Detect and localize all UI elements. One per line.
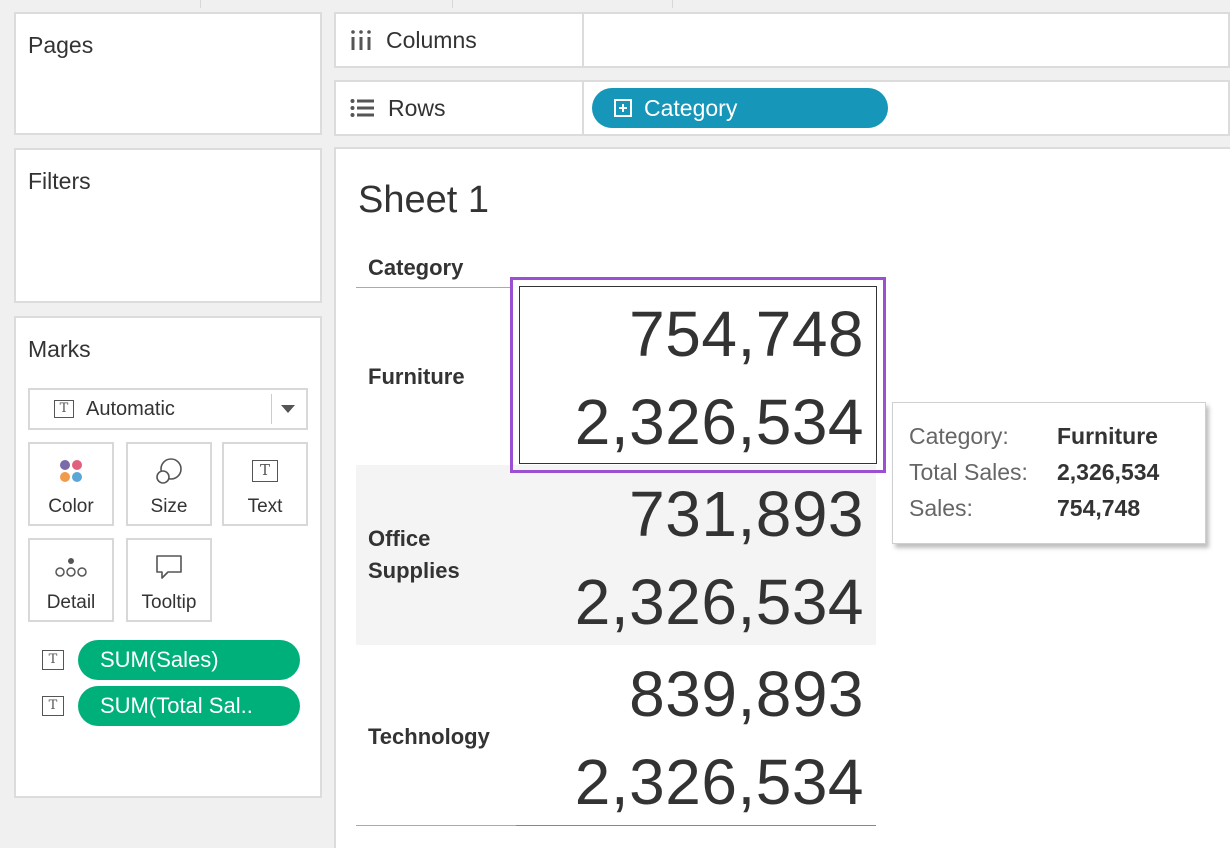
divider	[271, 394, 272, 424]
color-icon	[30, 456, 112, 486]
expand-icon[interactable]	[614, 99, 632, 117]
text-button[interactable]: T Text	[222, 442, 308, 526]
marks-card: Marks T Automatic Color Size T Text Deta…	[14, 316, 322, 798]
mark-type-value: Automatic	[86, 397, 175, 420]
top-strip	[0, 0, 1230, 12]
sum-total-sales-pill[interactable]: SUM(Total Sal..	[78, 686, 300, 726]
text-mark-icon[interactable]: T	[42, 696, 64, 716]
columns-shelf[interactable]: Columns	[334, 12, 1230, 68]
size-icon	[128, 456, 210, 486]
row-divider	[356, 825, 516, 826]
size-button[interactable]: Size	[126, 442, 212, 526]
mark-type-dropdown[interactable]: T Automatic	[28, 388, 308, 430]
sales-value[interactable]: 731,893	[629, 477, 864, 551]
category-row-pill[interactable]: Category	[592, 88, 888, 128]
selected-mark-highlight[interactable]	[510, 277, 886, 473]
speech-bubble-icon	[128, 552, 210, 582]
tooltip-row: Category: Furniture	[909, 423, 1158, 449]
detail-button[interactable]: Detail	[28, 538, 114, 622]
row-label-office-supplies[interactable]: Office Supplies	[368, 523, 460, 587]
tooltip-button[interactable]: Tooltip	[126, 538, 212, 622]
marks-title: Marks	[28, 336, 91, 362]
sheet-title: Sheet 1	[358, 179, 489, 221]
total-sales-value[interactable]: 2,326,534	[575, 565, 864, 639]
size-label: Size	[150, 496, 188, 517]
category-pill-label: Category	[644, 95, 738, 121]
columns-label: Columns	[386, 26, 477, 53]
text-label: Text	[247, 496, 283, 517]
sales-value[interactable]: 839,893	[629, 657, 864, 731]
text-mark-icon: T	[54, 400, 74, 418]
rows-shelf[interactable]: Rows Category	[334, 80, 1230, 136]
tooltip-row: Sales: 754,748	[909, 495, 1141, 521]
tooltip-row: Total Sales: 2,326,534	[909, 459, 1160, 485]
rows-icon	[350, 99, 374, 117]
pages-title: Pages	[28, 32, 94, 58]
columns-icon	[351, 30, 371, 50]
tooltip-label: Tooltip	[141, 592, 197, 613]
detail-icon	[30, 552, 112, 582]
columns-header: Columns	[336, 14, 584, 66]
detail-label: Detail	[46, 592, 96, 613]
divider	[452, 0, 453, 8]
row-label-furniture[interactable]: Furniture	[368, 361, 465, 393]
mark-field-row: T SUM(Sales)	[42, 640, 300, 680]
text-mark-icon[interactable]: T	[42, 650, 64, 670]
color-button[interactable]: Color	[28, 442, 114, 526]
divider	[672, 0, 673, 8]
filters-title: Filters	[28, 168, 91, 194]
filters-shelf[interactable]: Filters	[14, 148, 322, 303]
selected-mark-border	[519, 286, 877, 464]
divider	[200, 0, 201, 8]
rows-label: Rows	[388, 94, 446, 121]
sum-sales-pill[interactable]: SUM(Sales)	[78, 640, 300, 680]
text-icon: T	[224, 456, 306, 486]
chevron-down-icon[interactable]	[281, 405, 295, 413]
rows-header: Rows	[336, 82, 584, 134]
category-column-header[interactable]: Category	[368, 255, 463, 281]
row-divider	[516, 825, 876, 826]
color-label: Color	[48, 496, 94, 517]
row-label-technology[interactable]: Technology	[368, 721, 490, 753]
pages-shelf[interactable]: Pages	[14, 12, 322, 135]
header-underline	[356, 287, 510, 288]
mark-field-row: T SUM(Total Sal..	[42, 686, 300, 726]
mark-tooltip: Category: Furniture Total Sales: 2,326,534…	[892, 402, 1206, 544]
total-sales-value[interactable]: 2,326,534	[575, 745, 864, 819]
